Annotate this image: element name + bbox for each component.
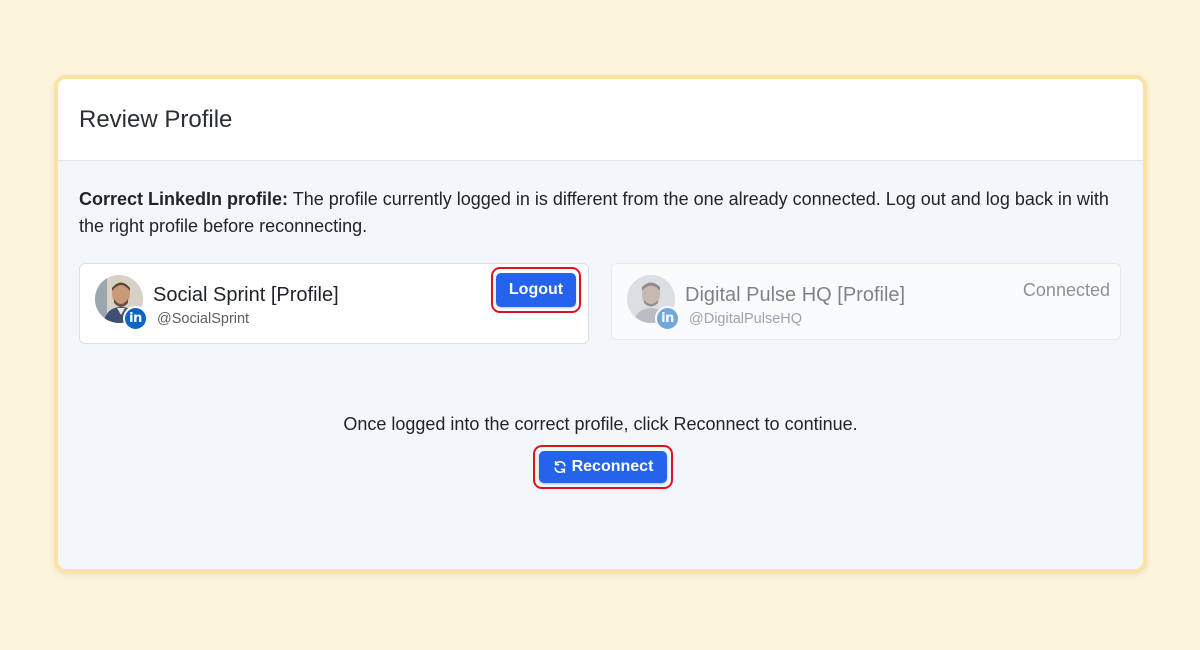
logout-button[interactable]: Logout: [496, 273, 576, 307]
review-profile-modal: Review Profile Correct LinkedIn profile:…: [54, 75, 1147, 573]
connected-profile-name: Digital Pulse HQ [Profile]: [685, 284, 906, 306]
connected-status-label: Connected: [1022, 280, 1110, 300]
refresh-icon: [553, 460, 567, 474]
current-profile-handle: @SocialSprint: [157, 311, 250, 327]
modal-title: Review Profile: [79, 105, 233, 133]
connected-profile-avatar-wrap: in: [627, 275, 681, 331]
instruction-message: Correct LinkedIn profile: The profile cu…: [79, 186, 1109, 240]
current-profile-card: in Social Sprint [Profile] @SocialSprint…: [79, 263, 589, 344]
current-profile-name: Social Sprint [Profile]: [153, 284, 339, 306]
message-bold-label: Correct LinkedIn profile:: [79, 189, 289, 209]
connected-profile-handle: @DigitalPulseHQ: [689, 311, 803, 327]
linkedin-icon: in: [123, 306, 148, 331]
current-profile-avatar-wrap: in: [95, 275, 149, 331]
modal-header: Review Profile: [58, 79, 1143, 161]
reconnect-button[interactable]: Reconnect: [539, 451, 667, 483]
reconnect-prompt: Once logged into the correct profile, cl…: [343, 414, 858, 434]
linkedin-icon: in: [655, 306, 680, 331]
connected-profile-card: in Digital Pulse HQ [Profile] @DigitalPu…: [611, 263, 1121, 340]
reconnect-label: Reconnect: [571, 458, 654, 475]
